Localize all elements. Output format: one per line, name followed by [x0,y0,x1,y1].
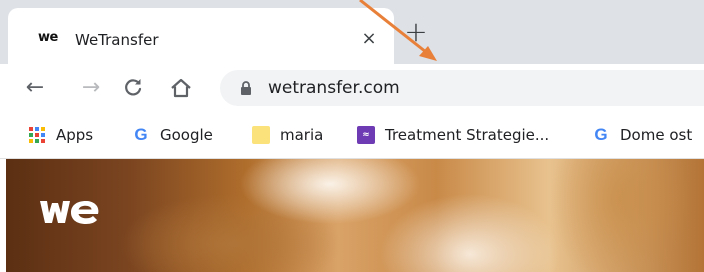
tab-wetransfer[interactable]: we WeTransfer × [8,8,394,64]
apps-grid-icon [29,127,45,143]
lock-icon [241,81,251,95]
google-icon: G [134,125,148,144]
bookmark-favicon-purple: ≈ [357,126,375,144]
wetransfer-logo[interactable] [36,195,106,231]
bookmark-label: Treatment Strategie... [385,126,550,144]
wetransfer-favicon-icon: we [38,30,58,45]
bookmark-dome-ost[interactable]: G Dome ost [592,124,692,146]
folder-icon [252,126,270,144]
bookmark-label: Apps [56,126,94,144]
content-edge [0,159,6,272]
url-text[interactable]: wetransfer.com [268,77,400,99]
tab-strip: we WeTransfer × + [0,0,704,64]
new-tab-button[interactable]: + [402,18,430,46]
google-icon: G [594,125,608,144]
home-icon [171,78,191,98]
reload-icon [125,79,142,96]
bookmark-treatment-strategies[interactable]: ≈ Treatment Strategie... [357,124,549,146]
browser-toolbar: ← → wetransfer.com [0,64,704,112]
page-hero-background [0,159,704,272]
back-button[interactable]: ← [20,73,50,103]
address-bar[interactable]: wetransfer.com [220,70,704,106]
tab-title: WeTransfer [75,31,159,49]
bookmark-label: maria [280,126,324,144]
reload-button[interactable] [118,73,148,103]
bookmark-label: Dome ost [620,126,693,144]
forward-button[interactable]: → [76,73,106,103]
bookmarks-bar: Apps G Google maria ≈ Treatment Strategi… [0,112,704,159]
bookmark-google[interactable]: G Google [132,124,213,146]
bookmark-maria[interactable]: maria [252,124,323,146]
bookmark-apps[interactable]: Apps [28,124,93,146]
home-button[interactable] [166,73,196,103]
tab-close-icon[interactable]: × [358,28,380,50]
bookmark-label: Google [160,126,213,144]
